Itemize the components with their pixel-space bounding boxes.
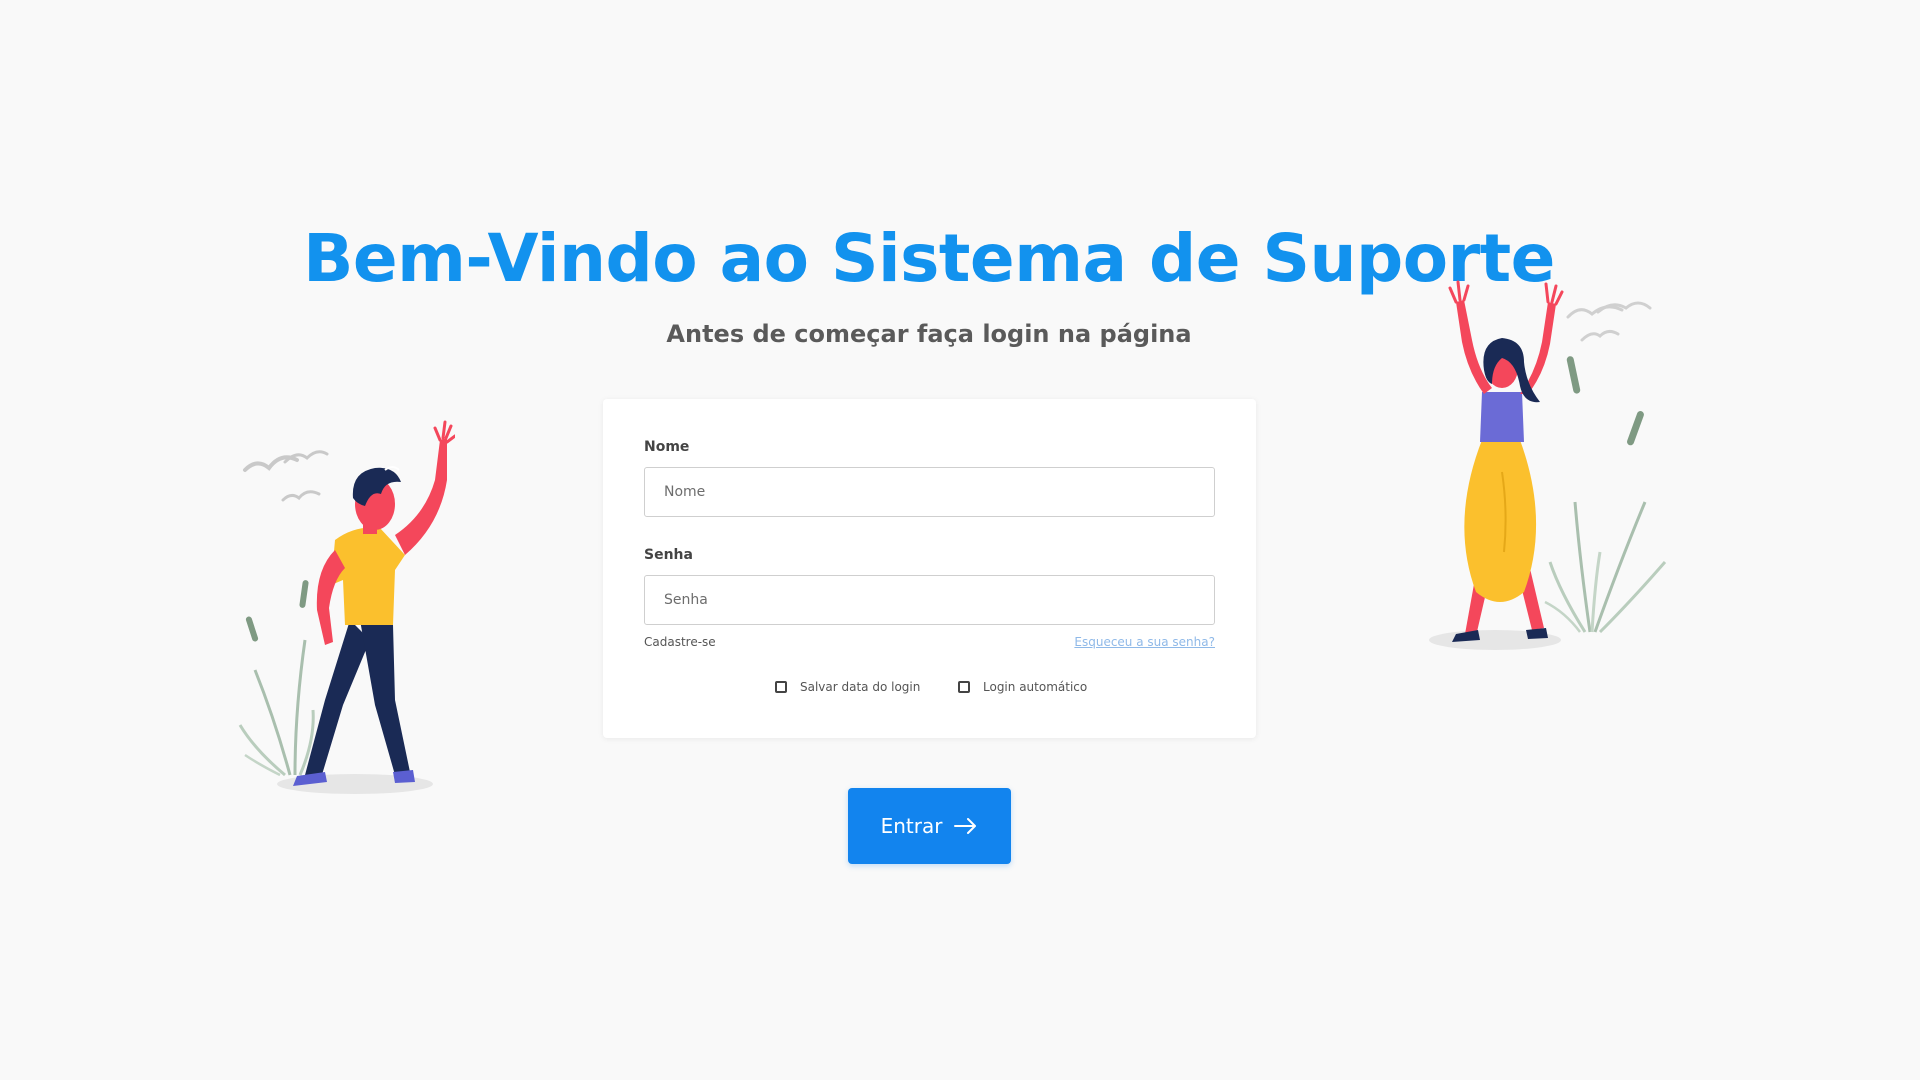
arrow-right-icon (954, 818, 977, 834)
login-page: Bem-Vindo ao Sistema de Suporte Antes de… (0, 0, 1920, 1080)
register-link[interactable]: Cadastre-se (644, 635, 716, 649)
name-label: Nome (644, 439, 690, 455)
forgot-password-link[interactable]: Esqueceu a sua senha? (1074, 635, 1215, 649)
name-input[interactable] (644, 467, 1215, 517)
login-card: Nome Senha Cadastre-se Esqueceu a sua se… (603, 399, 1256, 738)
enter-button[interactable]: Entrar (848, 788, 1011, 864)
save-login-checkbox[interactable] (775, 681, 787, 693)
auto-login-option[interactable]: Login automático (958, 680, 1087, 694)
save-login-option[interactable]: Salvar data do login (775, 680, 920, 694)
password-label: Senha (644, 547, 693, 563)
man-waving-illustration (238, 420, 455, 794)
auto-login-label: Login automático (983, 680, 1088, 694)
auto-login-checkbox[interactable] (958, 681, 970, 693)
woman-cheering-illustration (1429, 280, 1667, 650)
password-input[interactable] (644, 575, 1215, 625)
save-login-label: Salvar data do login (800, 680, 921, 694)
enter-button-label: Entrar (880, 814, 943, 838)
